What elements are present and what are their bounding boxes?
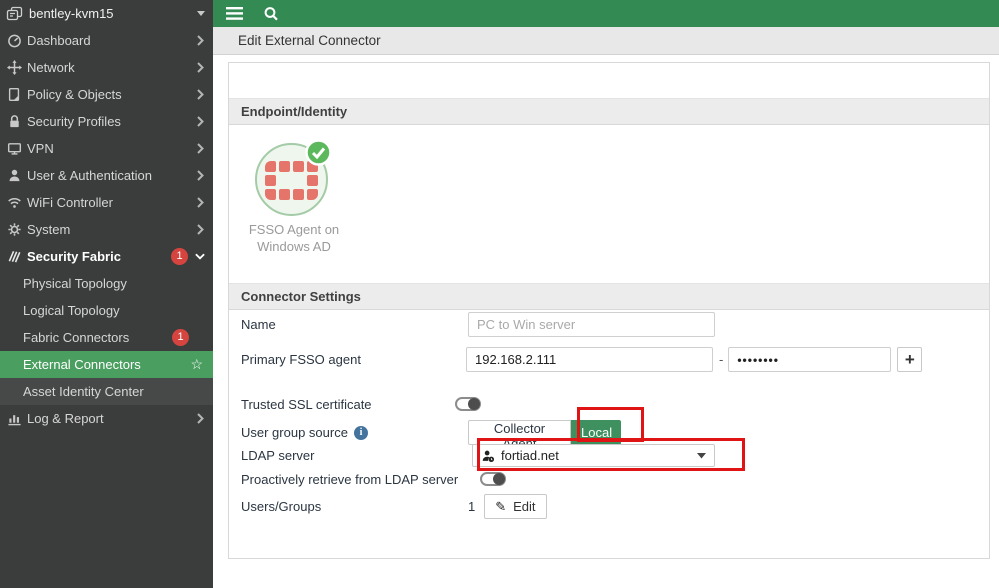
chevron-down-icon bbox=[195, 253, 205, 260]
lock-icon bbox=[6, 114, 23, 129]
sidebar-item-fabric-connectors[interactable]: Fabric Connectors 1 bbox=[0, 324, 213, 351]
collector-agent-option-button[interactable]: Collector Agent bbox=[468, 420, 571, 451]
hostname-header[interactable]: bentley-kvm15 bbox=[0, 0, 213, 27]
menu-icon[interactable] bbox=[226, 7, 243, 20]
selected-check-icon bbox=[305, 139, 332, 169]
chevron-right-icon bbox=[195, 143, 205, 154]
proactive-retrieve-toggle[interactable] bbox=[480, 472, 506, 486]
wifi-icon bbox=[6, 195, 23, 210]
ldap-server-value: fortiad.net bbox=[501, 448, 559, 463]
local-option-button[interactable]: Local bbox=[571, 420, 621, 445]
chevron-right-icon bbox=[195, 116, 205, 127]
info-icon[interactable]: i bbox=[353, 425, 368, 440]
user-group-source-label: User group source i bbox=[229, 425, 468, 440]
proactive-retrieve-label: Proactively retrieve from LDAP server bbox=[241, 471, 459, 487]
pencil-icon: ✎ bbox=[495, 498, 507, 514]
chevron-right-icon bbox=[195, 224, 205, 235]
sidebar-item-policy-objects[interactable]: Policy & Objects bbox=[0, 81, 213, 108]
trusted-ssl-label: Trusted SSL certificate bbox=[241, 396, 372, 412]
sidebar: bentley-kvm15 Dashboard Network Policy &… bbox=[0, 0, 213, 588]
sidebar-item-asset-identity-center[interactable]: Asset Identity Center bbox=[0, 378, 213, 405]
monitor-icon bbox=[6, 141, 23, 156]
sidebar-item-security-fabric[interactable]: Security Fabric 1 bbox=[0, 243, 213, 270]
section-header-connector-settings: Connector Settings bbox=[229, 283, 989, 310]
fsso-agent-ip-input[interactable] bbox=[466, 347, 713, 372]
page-title-bar: Edit External Connector bbox=[213, 27, 999, 55]
separator-dash: - bbox=[719, 352, 724, 367]
user-icon bbox=[6, 168, 23, 183]
caret-down-icon bbox=[197, 11, 205, 16]
chevron-right-icon bbox=[195, 35, 205, 46]
chevron-right-icon bbox=[195, 89, 205, 100]
move-icon bbox=[6, 60, 23, 75]
ldap-server-dropdown[interactable]: fortiad.net bbox=[472, 444, 715, 467]
name-input[interactable] bbox=[468, 312, 715, 337]
sidebar-item-external-connectors[interactable]: External Connectors ☆ bbox=[0, 351, 213, 378]
sidebar-item-security-profiles[interactable]: Security Profiles bbox=[0, 108, 213, 135]
primary-fsso-agent-label: Primary FSSO agent bbox=[241, 352, 361, 367]
fsso-agent-password-input[interactable] bbox=[728, 347, 892, 372]
chevron-right-icon bbox=[195, 197, 205, 208]
chevron-right-icon bbox=[195, 170, 205, 181]
page-title: Edit External Connector bbox=[238, 33, 381, 48]
user-clock-icon bbox=[481, 449, 495, 463]
sidebar-item-network[interactable]: Network bbox=[0, 54, 213, 81]
connector-type-label: FSSO Agent on Windows AD bbox=[248, 222, 340, 254]
hostname-label: bentley-kvm15 bbox=[29, 6, 114, 21]
sidebar-item-vpn[interactable]: VPN bbox=[0, 135, 213, 162]
edit-connector-form: Endpoint/Identity FSSO Agent on Windows … bbox=[228, 62, 990, 559]
sidebar-item-physical-topology[interactable]: Physical Topology bbox=[0, 270, 213, 297]
device-icon bbox=[6, 6, 23, 20]
fabric-icon bbox=[6, 249, 23, 264]
sidebar-item-dashboard[interactable]: Dashboard bbox=[0, 27, 213, 54]
sidebar-item-system[interactable]: System bbox=[0, 216, 213, 243]
chart-icon bbox=[6, 411, 23, 426]
ldap-server-label: LDAP server bbox=[241, 448, 315, 463]
chevron-right-icon bbox=[195, 413, 205, 424]
search-icon[interactable] bbox=[263, 6, 279, 22]
star-icon[interactable]: ☆ bbox=[190, 356, 203, 373]
top-bar bbox=[213, 0, 999, 27]
gear-icon bbox=[6, 222, 23, 237]
section-header-endpoint-identity: Endpoint/Identity bbox=[229, 98, 989, 125]
notification-badge: 1 bbox=[172, 329, 189, 346]
users-groups-label: Users/Groups bbox=[241, 499, 322, 514]
chevron-right-icon bbox=[195, 62, 205, 73]
caret-down-icon bbox=[697, 452, 706, 458]
add-agent-button[interactable]: + bbox=[897, 347, 923, 372]
name-label: Name bbox=[241, 317, 276, 332]
users-groups-count: 1 bbox=[468, 499, 476, 514]
sidebar-item-wifi-controller[interactable]: WiFi Controller bbox=[0, 189, 213, 216]
gauge-icon bbox=[6, 33, 23, 48]
sidebar-item-user-authentication[interactable]: User & Authentication bbox=[0, 162, 213, 189]
notification-badge: 1 bbox=[171, 248, 188, 265]
sidebar-item-log-report[interactable]: Log & Report bbox=[0, 405, 213, 432]
sidebar-item-logical-topology[interactable]: Logical Topology bbox=[0, 297, 213, 324]
edit-users-groups-button[interactable]: ✎ Edit bbox=[484, 494, 547, 519]
policy-icon bbox=[6, 87, 23, 102]
trusted-ssl-toggle[interactable] bbox=[455, 397, 481, 411]
